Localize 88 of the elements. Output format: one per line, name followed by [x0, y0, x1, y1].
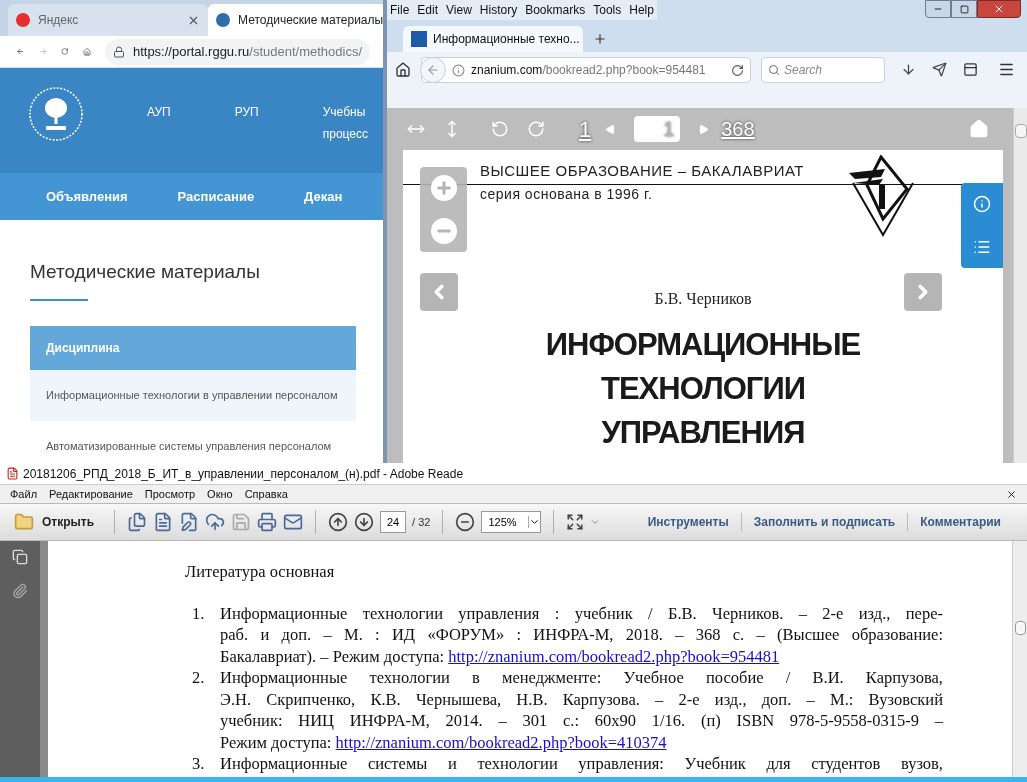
- search-field[interactable]: Search: [761, 57, 885, 83]
- zoom-dropdown[interactable]: 125%: [481, 511, 542, 533]
- table-row[interactable]: Информационные технологии в управлении персоналом: [30, 369, 356, 421]
- nav-link[interactable]: Учебны процесс: [322, 101, 368, 173]
- caret-icon: [528, 516, 541, 528]
- reload-icon[interactable]: [731, 63, 744, 77]
- menu-icon[interactable]: [998, 61, 1015, 78]
- next-page-button[interactable]: [904, 273, 942, 311]
- series-note: серия основана в 1996 г.: [480, 185, 653, 204]
- create-pdf-icon[interactable]: [153, 512, 174, 532]
- university-logo: [28, 86, 84, 142]
- menu-item[interactable]: Edit: [417, 1, 439, 19]
- zoom-out-icon[interactable]: [455, 512, 476, 532]
- menu-item[interactable]: Окно: [207, 485, 233, 503]
- rotate-left-icon[interactable]: [491, 120, 509, 138]
- upload-icon[interactable]: [205, 512, 226, 532]
- page-field[interactable]: 24: [380, 511, 407, 533]
- address-bar[interactable]: znanium.com/bookread2.php?book=954481: [421, 57, 751, 83]
- menu-item[interactable]: Tools: [593, 1, 622, 19]
- menu-item[interactable]: Help: [629, 1, 654, 19]
- pages-icon[interactable]: [12, 549, 28, 565]
- maximize-icon: [959, 4, 969, 14]
- reference-text: Информационные технологии в менеджменте: Учебное пособие / В.И. Карпузова, Э.Н. Скрипченко, К.В. Чернышева, Н.В. Карпузова. – 2-е изд., доп. – М.: Вузовский учебник: НИЦ ИНФРА-М, 2014. – 301 с.: 60x90 1/16. (п) ISBN 978-5-9558-0315-9 – Режим доступа: http://znanium.com/bookread2.php?book=410374: [220, 667, 943, 754]
- nav-link[interactable]: АУП: [147, 101, 171, 173]
- pdf-file-icon: [6, 467, 19, 480]
- menu-item[interactable]: History: [479, 1, 518, 19]
- download-icon[interactable]: [901, 62, 916, 77]
- table-header: Дисциплина: [30, 325, 356, 370]
- menu-item[interactable]: Bookmarks: [525, 1, 586, 19]
- zoom-in-icon[interactable]: [430, 175, 457, 202]
- new-tab-icon[interactable]: [593, 32, 607, 46]
- browser-tab[interactable]: Методические материалы: [208, 4, 386, 36]
- open-button[interactable]: Открыть: [14, 512, 103, 532]
- menu-item[interactable]: File: [390, 1, 410, 19]
- maximize-button[interactable]: [951, 0, 977, 18]
- menu-item[interactable]: Файл: [10, 485, 38, 503]
- window-title: 20181206_РПД_2018_Б_ИТ_в_управлении_персоналом_(н).pdf - Adobe Reade: [23, 465, 464, 483]
- panel-tab[interactable]: Комментарии: [907, 513, 1013, 531]
- list-number: 2.: [191, 667, 206, 690]
- site-logo-icon: [411, 31, 427, 47]
- menu-item[interactable]: Справка: [244, 485, 288, 503]
- panel-tab[interactable]: Инструменты: [635, 513, 741, 531]
- previous-page-button[interactable]: [420, 273, 458, 311]
- back-icon[interactable]: [426, 63, 440, 77]
- nav-link[interactable]: РУП: [234, 101, 259, 173]
- print-icon[interactable]: [257, 512, 278, 532]
- list-number: 3.: [191, 753, 206, 775]
- fullscreen-icon[interactable]: [566, 513, 585, 531]
- book-title-line: ТЕХНОЛОГИИ: [601, 370, 805, 408]
- close-icon: [993, 3, 1005, 15]
- home-icon[interactable]: [395, 62, 411, 78]
- next-page-icon[interactable]: [354, 512, 375, 532]
- menu-item[interactable]: Просмотр: [144, 485, 196, 503]
- previous-page-icon[interactable]: [328, 512, 349, 532]
- attachments-icon[interactable]: [12, 583, 28, 599]
- address-bar[interactable]: https://portal.rggu.ru/student/methodics/: [104, 38, 370, 65]
- book-title-line: УПРАВЛЕНИЯ: [601, 414, 805, 452]
- combine-files-icon[interactable]: [127, 512, 148, 532]
- series-title: ВЫСШЕЕ ОБРАЗОВАНИЕ – БАКАЛАВРИАТ: [480, 161, 804, 181]
- reference-text: Информационные технологии управления : учебник / Б.В. Черников. – 2-е изд., пере- раб. и доп. – М. : ИД «ФОРУМ» : ИНФРА-М, 2018. – 368 с. – (Высшее образование: Бакалавриат). – Режим доступа: http://znanium.com/bookread2.php?book=954481: [220, 602, 943, 668]
- close-icon[interactable]: [1006, 488, 1017, 500]
- book-author: Б.В. Черников: [654, 289, 752, 310]
- folder-icon: [14, 512, 34, 532]
- reference-link[interactable]: http://znanium.com/bookread2.php?book=954481: [448, 646, 780, 666]
- page-count: / 32: [412, 514, 431, 530]
- sidebar-icon[interactable]: [963, 62, 978, 77]
- menu-item[interactable]: Редактирование: [49, 485, 133, 503]
- panel-tab[interactable]: Заполнить и подписать: [740, 513, 908, 531]
- close-button[interactable]: [977, 0, 1021, 18]
- book-title-line: ИНФОРМАЦИОННЫЕ: [545, 326, 861, 364]
- reference-link[interactable]: http://znanium.com/bookread2.php?book=410374: [335, 732, 667, 752]
- save-icon[interactable]: [231, 512, 252, 532]
- rotate-right-icon[interactable]: [527, 120, 545, 138]
- more-icon[interactable]: [590, 517, 601, 527]
- send-icon[interactable]: [932, 62, 947, 77]
- minimize-button[interactable]: [925, 0, 951, 18]
- search-icon: [768, 64, 780, 76]
- info-icon[interactable]: [452, 63, 465, 77]
- reference-text: Информационные системы и технологии управления: Учебник для студентов вузов,: [220, 753, 943, 775]
- browser-tab[interactable]: Информационные техно...: [403, 26, 583, 52]
- edit-icon[interactable]: [179, 512, 200, 532]
- browser-tab[interactable]: Яндекс: [8, 4, 208, 36]
- search-input[interactable]: Search: [784, 61, 874, 79]
- page-heading: Методические материалы: [30, 260, 261, 284]
- section-heading: Литература основная: [185, 561, 336, 583]
- email-icon[interactable]: [283, 512, 304, 532]
- menu-item[interactable]: View: [446, 1, 472, 19]
- list-number: 1.: [191, 602, 206, 625]
